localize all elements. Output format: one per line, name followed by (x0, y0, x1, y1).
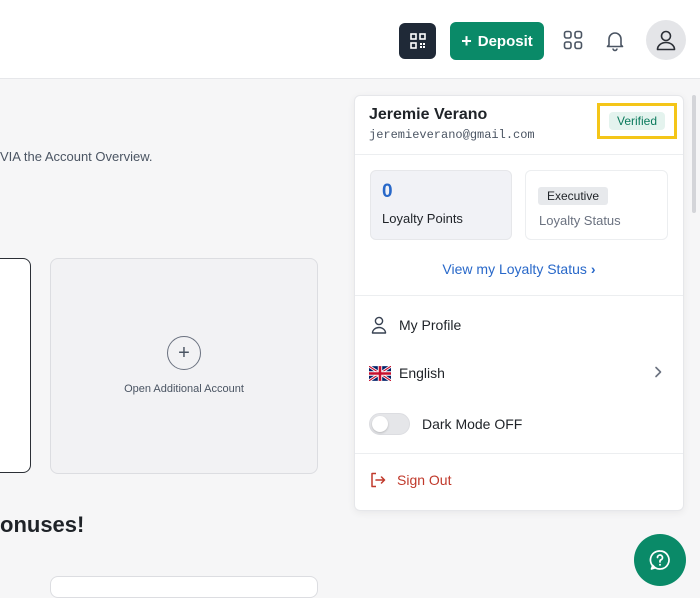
top-bar: + Deposit (0, 0, 700, 79)
bell-icon[interactable] (603, 28, 627, 52)
loyalty-points-label: Loyalty Points (382, 211, 463, 226)
dark-mode-label: Dark Mode OFF (422, 416, 523, 432)
verified-badge: Verified (608, 112, 666, 130)
bonuses-heading: onuses! (0, 512, 85, 537)
divider (355, 453, 683, 454)
deposit-button[interactable]: + Deposit (450, 22, 544, 60)
my-profile-menu-item[interactable]: My Profile (369, 313, 461, 337)
sign-out-menu-item[interactable]: Sign Out (369, 471, 451, 489)
verified-highlight: Verified (597, 103, 677, 139)
overview-description: VIA the Account Overview. (0, 149, 153, 164)
sign-out-label: Sign Out (397, 472, 452, 488)
loyalty-status-badge: Executive (538, 187, 609, 205)
scrollbar[interactable] (692, 95, 696, 213)
dark-mode-toggle[interactable] (369, 413, 410, 435)
add-account-icon: + (167, 336, 201, 370)
qr-code-button[interactable] (399, 23, 436, 59)
add-account-label: Open Additional Account (124, 383, 244, 395)
sign-out-icon (369, 471, 387, 489)
loyalty-status-card: Executive Loyalty Status (525, 170, 668, 240)
uk-flag-icon (369, 365, 391, 381)
divider (355, 295, 683, 296)
account-card[interactable] (0, 258, 31, 473)
loyalty-link-label: View my Loyalty Status (442, 261, 587, 277)
user-email: jeremieverano@gmail.com (369, 128, 535, 142)
avatar[interactable] (646, 20, 686, 60)
loyalty-status-label: Loyalty Status (539, 213, 621, 228)
divider (355, 154, 683, 155)
toggle-knob (372, 416, 388, 432)
apps-grid-icon[interactable] (563, 30, 583, 50)
help-icon (649, 550, 670, 570)
loyalty-points-value: 0 (382, 181, 393, 202)
loyalty-points-card: 0 Loyalty Points (370, 170, 512, 240)
profile-dropdown: Jeremie Verano jeremieverano@gmail.com V… (354, 95, 684, 511)
qr-code-icon (409, 33, 426, 49)
help-button[interactable] (634, 534, 686, 586)
chevron-right-icon[interactable] (651, 365, 665, 379)
view-loyalty-status-link[interactable]: View my Loyalty Status › (355, 261, 683, 277)
deposit-label: Deposit (477, 32, 533, 50)
user-name: Jeremie Verano (369, 106, 488, 123)
my-profile-label: My Profile (399, 317, 462, 333)
open-additional-account-card[interactable]: + Open Additional Account (50, 258, 318, 474)
chevron-right-icon: › (590, 261, 596, 277)
language-label: English (399, 365, 445, 381)
language-menu-item[interactable]: English (369, 361, 445, 385)
user-icon (369, 315, 389, 335)
bonus-card[interactable] (50, 576, 318, 598)
user-icon (656, 30, 676, 51)
plus-icon: + (461, 31, 472, 51)
